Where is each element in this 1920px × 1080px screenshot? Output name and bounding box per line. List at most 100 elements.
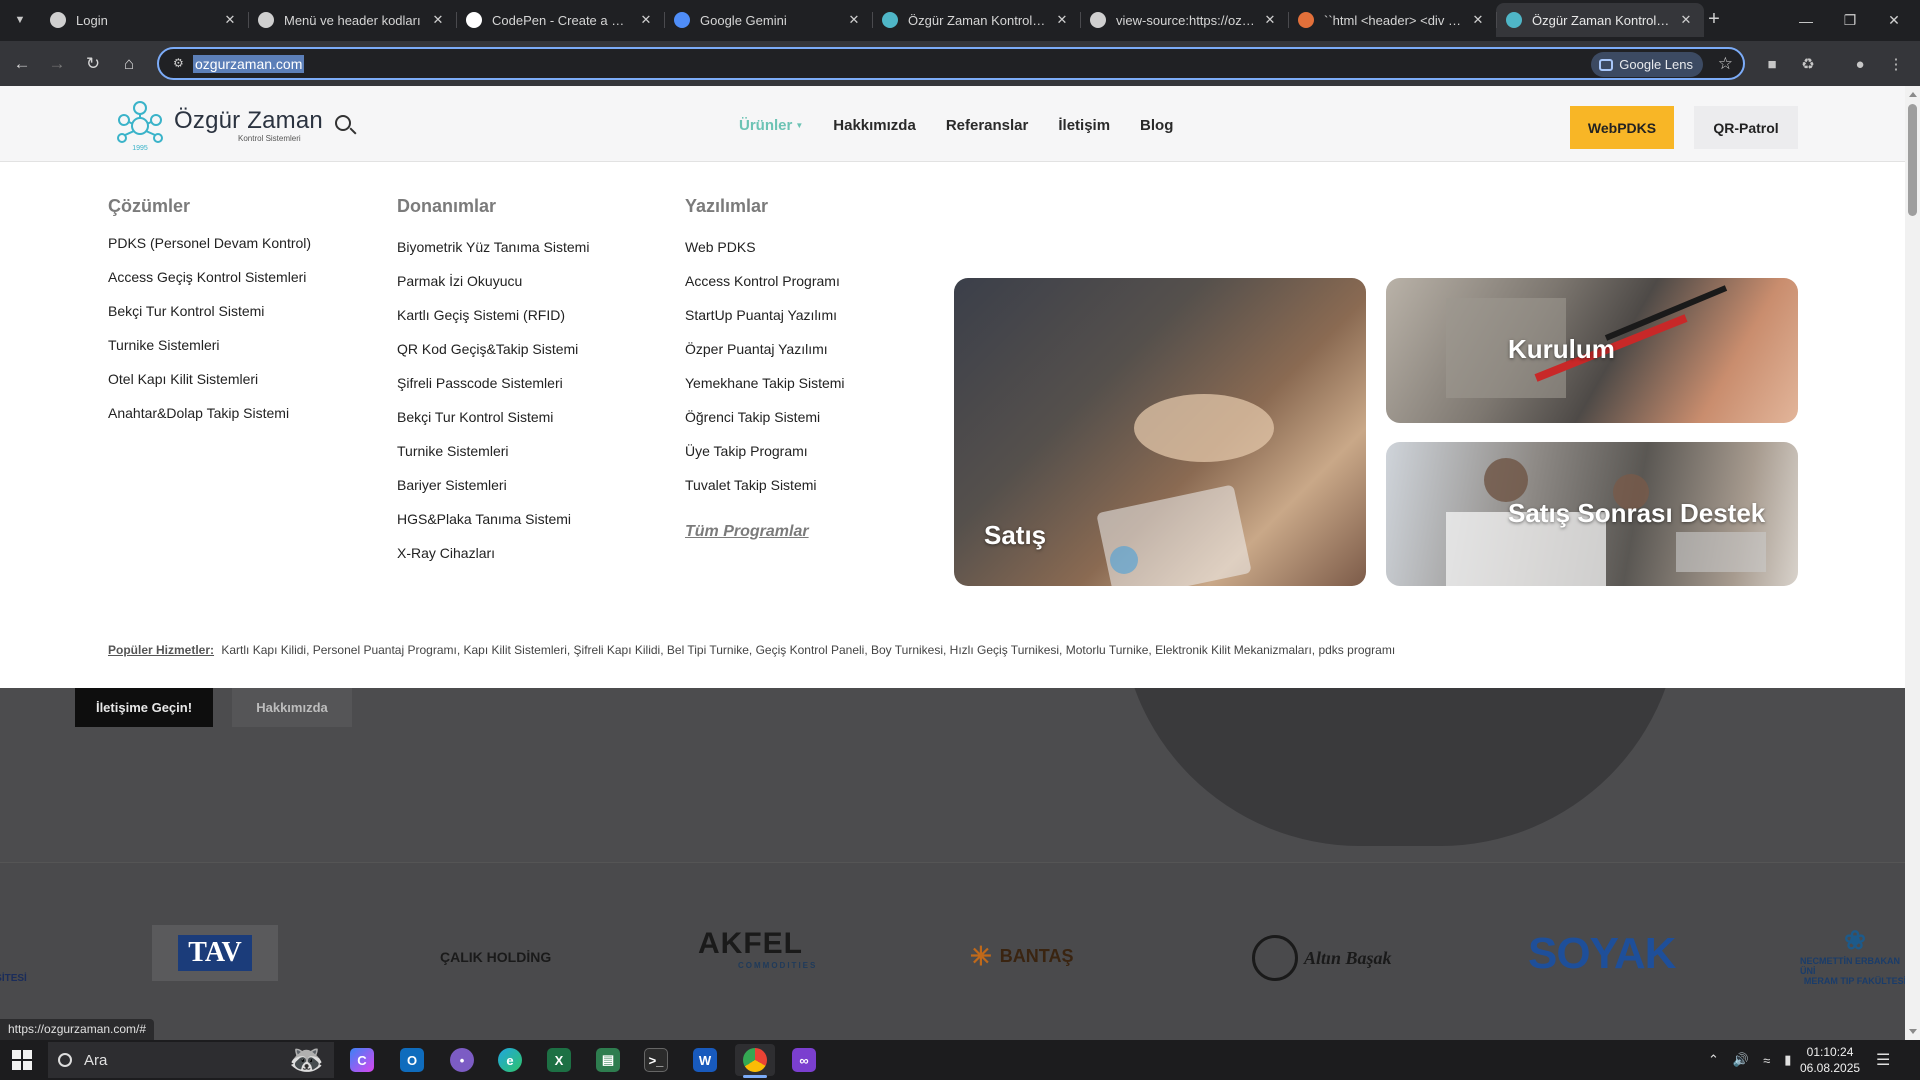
taskbar-app-purple[interactable]: • [442, 1044, 482, 1076]
menu-link[interactable]: Bekçi Tur Kontrol Sistemi [397, 407, 589, 441]
menu-link[interactable]: Şifreli Passcode Sistemleri [397, 373, 589, 407]
browser-tab[interactable]: Login ✕ [40, 3, 248, 37]
browser-tab[interactable]: view-source:https://ozgurzaman.com ✕ [1080, 3, 1288, 37]
tab-close-icon[interactable]: ✕ [1678, 12, 1694, 28]
tab-close-icon[interactable]: ✕ [846, 12, 862, 28]
reload-icon[interactable]: ↻ [80, 51, 106, 77]
solutions-title: Çözümler [108, 196, 191, 216]
site-info-icon[interactable]: ⚙ [173, 56, 189, 72]
menu-link[interactable]: X-Ray Cihazları [397, 543, 589, 577]
close-window-icon[interactable]: ✕ [1870, 0, 1918, 41]
browser-tab[interactable]: Özgür Zaman Kontrol Sistemleri ✕ [1496, 3, 1704, 37]
menu-link[interactable]: Yemekhane Takip Sistemi [685, 373, 845, 407]
volume-icon[interactable]: 🔊 [1733, 1052, 1749, 1068]
support-card[interactable]: Satış Sonrası Destek [1386, 442, 1798, 586]
menu-link[interactable]: Tuvalet Takip Sistemi [685, 475, 845, 509]
extension-puzzle-small-icon[interactable]: ■ [1760, 52, 1784, 76]
popular-services-label[interactable]: Popüler Hizmetler: [108, 643, 214, 657]
taskbar-outlook[interactable]: O [392, 1044, 432, 1076]
minimize-icon[interactable]: — [1782, 0, 1830, 41]
windows-start-icon[interactable] [12, 1050, 32, 1070]
menu-link[interactable]: Parmak İzi Okuyucu [397, 271, 589, 305]
menu-link[interactable]: PDKS (Personel Devam Kontrol) [108, 233, 311, 267]
webpdks-button[interactable]: WebPDKS [1570, 106, 1674, 149]
menu-link[interactable]: Bekçi Tur Kontrol Sistemi [108, 301, 311, 335]
address-bar[interactable]: ⚙ ozgurzaman.com Google Lens ☆ [157, 47, 1745, 80]
tab-close-icon[interactable]: ✕ [1054, 12, 1070, 28]
extensions-icon[interactable]: ♻ [1796, 52, 1820, 76]
contact-cta-button[interactable]: İletişime Geçin! [75, 688, 213, 727]
tab-search-chevron-icon[interactable]: ▼ [8, 8, 32, 32]
nav-item[interactable]: Blog [1140, 117, 1173, 134]
about-cta-button[interactable]: Hakkımızda [232, 688, 352, 727]
all-programs-link[interactable]: Tüm Programlar [685, 523, 809, 541]
menu-link[interactable]: Öğrenci Takip Sistemi [685, 407, 845, 441]
taskbar-excel[interactable]: X [539, 1044, 579, 1076]
menu-link[interactable]: Access Geçiş Kontrol Sistemleri [108, 267, 311, 301]
page-scrollbar[interactable] [1905, 86, 1920, 1040]
tab-close-icon[interactable]: ✕ [638, 12, 654, 28]
menu-link[interactable]: HGS&Plaka Tanıma Sistemi [397, 509, 589, 543]
restore-icon[interactable]: ❐ [1826, 0, 1874, 41]
menu-link[interactable]: Anahtar&Dolap Takip Sistemi [108, 403, 311, 437]
menu-link[interactable]: Turnike Sistemleri [397, 441, 589, 475]
tab-close-icon[interactable]: ✕ [1262, 12, 1278, 28]
taskbar-word[interactable]: W [685, 1044, 725, 1076]
browser-tab[interactable]: Google Gemini ✕ [664, 3, 872, 37]
taskbar-chrome[interactable] [735, 1044, 775, 1078]
site-logo[interactable]: 1995 Özgür Zaman Kontrol Sistemleri [110, 98, 323, 154]
home-icon[interactable]: ⌂ [116, 51, 142, 77]
taskbar-terminal[interactable]: >_ [636, 1044, 676, 1076]
menu-link[interactable]: Otel Kapı Kilit Sistemleri [108, 369, 311, 403]
taskbar-edge[interactable]: e [490, 1044, 530, 1076]
menu-link[interactable]: Bariyer Sistemleri [397, 475, 589, 509]
menu-link[interactable]: Web PDKS [685, 237, 845, 271]
browser-tab[interactable]: CodePen - Create a New Pen ✕ [456, 3, 664, 37]
installation-card[interactable]: Kurulum [1386, 278, 1798, 423]
nav-item[interactable]: Referanslar [946, 117, 1029, 134]
browser-tab[interactable]: Menü ve header kodları ✕ [248, 3, 456, 37]
scroll-down-arrow-icon[interactable] [1909, 1029, 1917, 1034]
bookmark-star-icon[interactable]: ☆ [1718, 54, 1733, 74]
browser-tab[interactable]: ``html <header> <div class ✕ [1288, 3, 1496, 37]
profile-avatar-icon[interactable]: ● [1848, 52, 1872, 76]
nav-item[interactable]: Hakkımızda [833, 117, 916, 134]
header-search-icon[interactable] [335, 115, 357, 137]
nav-item[interactable]: Ürünler ▼ [739, 117, 803, 134]
popular-services-list[interactable]: Kartlı Kapı Kilidi, Personel Puantaj Pro… [221, 643, 1395, 657]
tab-title: view-source:https://ozgurzaman.com [1116, 12, 1256, 28]
taskbar-clock[interactable]: 01:10:24 06.08.2025 [1800, 1044, 1860, 1076]
tab-close-icon[interactable]: ✕ [1470, 12, 1486, 28]
nav-item[interactable]: İletişim [1058, 117, 1110, 134]
taskbar-visual-studio[interactable]: ∞ [784, 1044, 824, 1076]
scroll-up-arrow-icon[interactable] [1909, 92, 1917, 97]
tray-overflow-chevron-icon[interactable]: ⌃ [1708, 1052, 1719, 1068]
battery-icon[interactable]: ▮ [1784, 1052, 1791, 1068]
browser-tab[interactable]: Özgür Zaman Kontrol Sistemleri ✕ [872, 3, 1080, 37]
url-text[interactable]: ozgurzaman.com [193, 55, 305, 73]
notifications-icon[interactable]: ☰ [1876, 1040, 1890, 1080]
new-tab-button[interactable]: + [1702, 8, 1726, 32]
network-icon[interactable]: ≈ [1763, 1053, 1770, 1068]
tab-close-icon[interactable]: ✕ [430, 12, 446, 28]
taskbar-file-explorer[interactable]: ▤ [588, 1044, 628, 1076]
menu-link[interactable]: QR Kod Geçiş&Takip Sistemi [397, 339, 589, 373]
qr-patrol-button[interactable]: QR-Patrol [1694, 106, 1798, 149]
taskbar-search-box[interactable]: Ara 🦝 [48, 1042, 334, 1078]
menu-link[interactable]: StartUp Puantaj Yazılımı [685, 305, 845, 339]
site-header: 1995 Özgür Zaman Kontrol Sistemleri Ürün… [0, 86, 1905, 162]
menu-link[interactable]: Turnike Sistemleri [108, 335, 311, 369]
sales-card[interactable]: Satış [954, 278, 1366, 586]
menu-link[interactable]: Üye Takip Programı [685, 441, 845, 475]
forward-icon[interactable]: → [44, 51, 70, 77]
menu-link[interactable]: Access Kontrol Programı [685, 271, 845, 305]
google-lens-button[interactable]: Google Lens [1591, 52, 1703, 77]
menu-link[interactable]: Biyometrik Yüz Tanıma Sistemi [397, 237, 589, 271]
back-icon[interactable]: ← [9, 51, 35, 77]
menu-link[interactable]: Özper Puantaj Yazılımı [685, 339, 845, 373]
tab-close-icon[interactable]: ✕ [222, 12, 238, 28]
scroll-thumb[interactable] [1908, 104, 1917, 216]
menu-link[interactable]: Kartlı Geçiş Sistemi (RFID) [397, 305, 589, 339]
browser-menu-icon[interactable]: ⋮ [1884, 52, 1908, 76]
taskbar-copilot[interactable]: C [342, 1044, 382, 1076]
